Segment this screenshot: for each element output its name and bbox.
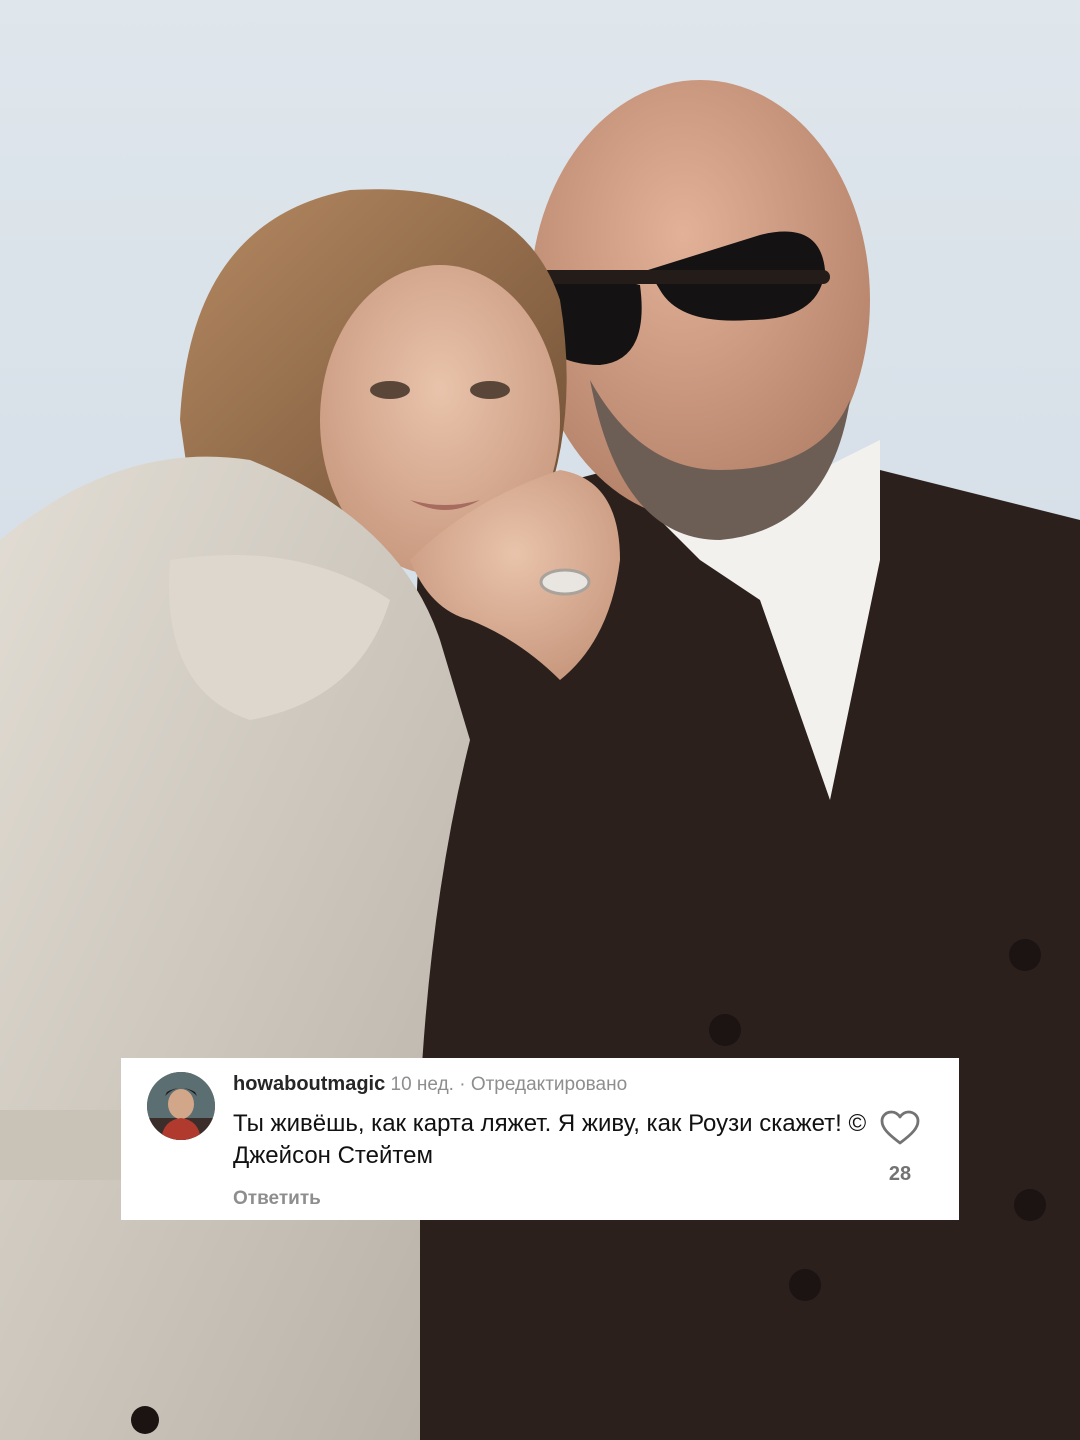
like-count: 28: [888, 1163, 912, 1185]
avatar-image: [147, 1072, 215, 1140]
meta-separator: ·: [459, 1074, 466, 1095]
comment-text: Ты живёшь, как карта ляжет. Я живу, как …: [233, 1110, 867, 1169]
reply-button[interactable]: Ответить: [233, 1187, 321, 1211]
comment-time: 10 нед.: [390, 1074, 454, 1095]
comment-meta: howaboutmagic 10 нед. · Отредактировано: [233, 1072, 627, 1097]
username[interactable]: howaboutmagic: [233, 1073, 385, 1095]
post-photo: [0, 0, 1080, 1440]
avatar[interactable]: [147, 1072, 215, 1140]
edited-label: Отредактировано: [470, 1074, 628, 1095]
heart-outline-icon[interactable]: [880, 1110, 920, 1146]
comment-card: howaboutmagic 10 нед. · Отредактировано …: [121, 1058, 959, 1220]
